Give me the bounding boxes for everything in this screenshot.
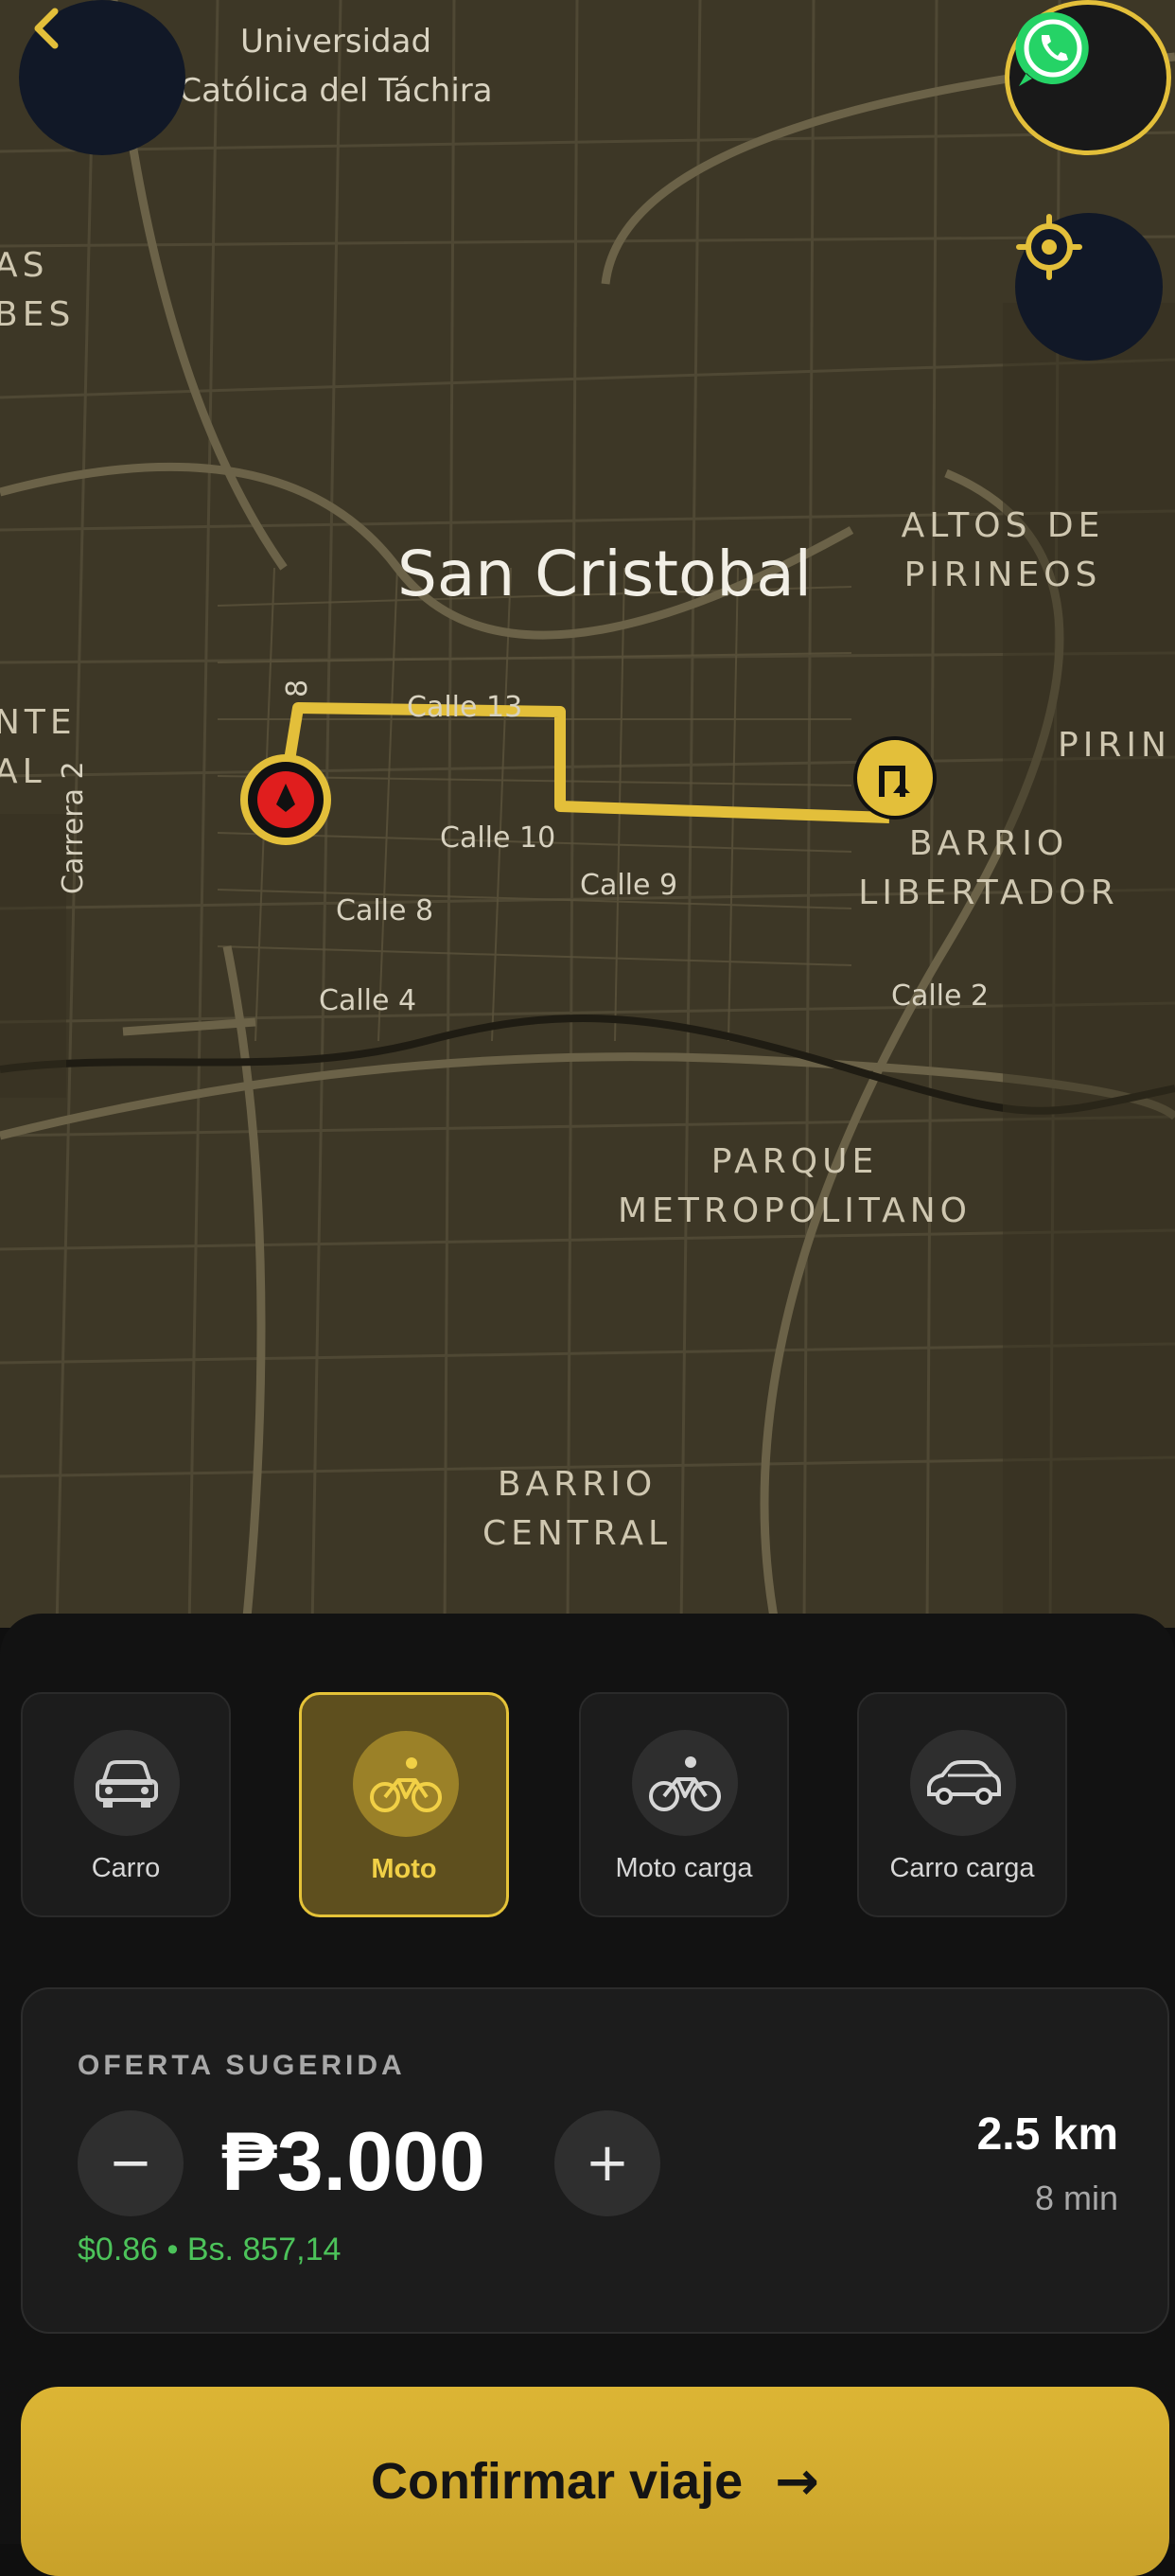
whatsapp-button[interactable] [1005,0,1171,155]
route-line [240,702,937,845]
vehicle-option-carro[interactable]: Carro [21,1692,231,1917]
offer-price: ₱3.000 [221,2114,485,2208]
confirm-trip-label: Confirmar viaje [370,2453,744,2510]
chevron-left-icon [34,8,59,49]
district-central-line2: CENTRAL [482,1514,673,1553]
crosshair-icon [1016,214,1082,280]
district-barrio-libertador: BARRIO LIBERTADOR [833,820,1145,918]
vehicle-icon-wrap [910,1730,1016,1836]
vehicle-icon-wrap [74,1730,180,1836]
vehicle-option-moto-carga[interactable]: Moto carga [579,1692,789,1917]
minus-icon: − [108,2132,153,2194]
arrow-right-icon: → [775,2450,820,2513]
district-libertador-line1: BARRIO [908,824,1069,863]
vehicle-label-carro: Carro [91,1853,161,1883]
street-calle-4: Calle 4 [319,984,417,1017]
street-carrera-2: Carrera 2 [57,761,90,894]
street-8: 8 [281,679,315,698]
vehicle-label-moto: Moto [371,1854,437,1884]
plus-icon: + [585,2132,630,2194]
offer-title: OFERTA SUGERIDA [78,2050,406,2081]
trip-duration: 8 min [1034,2179,1118,2217]
suggested-offer-card: OFERTA SUGERIDA − ₱3.000 + $0.86 • Bs. 8… [21,1987,1169,2334]
bicycle-icon [370,1757,442,1812]
district-parque-line2: METROPOLITANO [618,1191,972,1230]
district-altos-line1: ALTOS DE [901,506,1105,545]
map-view[interactable]: Universidad Católica del Táchira ALTOS D… [0,0,1175,1628]
vehicle-label-carro-carga: Carro carga [889,1853,1035,1883]
vehicle-icon-wrap [353,1731,459,1837]
district-left-as: AS BES [0,241,75,340]
vehicle-option-carro-carga[interactable]: Carro carga [857,1692,1067,1917]
confirm-trip-content: Confirmar viaje → [21,2387,1169,2576]
district-left-nte-line1: NTE [0,703,77,742]
district-pirin-line1: PIRIN [1058,726,1171,765]
district-libertador-line2: LIBERTADOR [858,873,1119,912]
district-pirin: PIRIN [1058,721,1171,770]
origin-marker[interactable] [240,754,331,845]
district-altos-line2: PIRINEOS [903,556,1102,594]
street-calle-10: Calle 10 [440,821,556,855]
district-universidad-line1: Universidad [239,23,432,61]
vehicle-icon-wrap [632,1730,738,1836]
currency-conversion: $0.86 • Bs. 857,14 [78,2232,342,2267]
district-left-as-line2: BES [0,295,76,334]
bicycle-icon [649,1756,721,1811]
district-altos-de-pirineos: ALTOS DE PIRINEOS [861,502,1145,600]
district-central-line1: BARRIO [497,1465,658,1504]
district-left-as-line1: AS [0,246,49,285]
vehicle-option-moto[interactable]: Moto [299,1692,509,1917]
decrease-price-button[interactable]: − [78,2110,184,2216]
street-calle-2: Calle 2 [891,979,990,1013]
district-barrio-central: BARRIO CENTRAL [445,1460,710,1559]
street-calle-13: Calle 13 [407,691,523,724]
back-button[interactable] [19,0,185,155]
car-icon [927,1760,1001,1805]
trip-distance: 2.5 km [976,2109,1118,2160]
whatsapp-icon [1015,11,1089,86]
district-universidad-line2: Católica del Táchira [179,72,493,110]
vehicle-label-moto-carga: Moto carga [615,1853,753,1883]
locate-me-button[interactable] [1015,213,1163,361]
destination-marker[interactable] [853,736,937,820]
district-parque-metropolitano: PARQUE METROPOLITANO [587,1138,1003,1236]
street-calle-8: Calle 8 [336,894,434,927]
city-label: San Cristobal [397,538,813,610]
confirm-trip-button[interactable]: Confirmar viaje → [21,2387,1169,2576]
district-universidad: Universidad Católica del Táchira [175,17,497,115]
street-calle-9: Calle 9 [580,869,678,902]
car-icon [96,1760,158,1808]
district-parque-line1: PARQUE [710,1142,879,1181]
increase-price-button[interactable]: + [554,2110,660,2216]
